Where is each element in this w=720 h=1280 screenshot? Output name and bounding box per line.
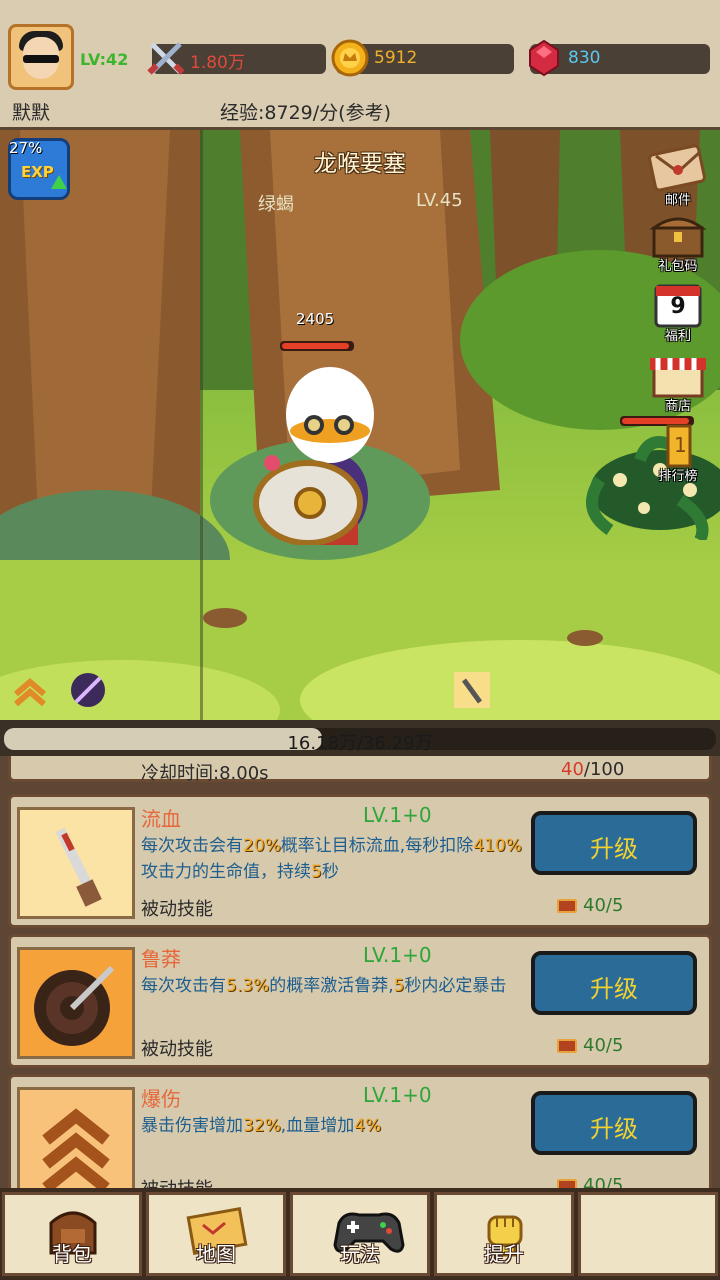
welfare-label: 福利: [664, 329, 691, 344]
progress-track: 16.18万/36.29万: [4, 728, 716, 754]
skill-book-icon: [557, 899, 577, 913]
combat-power-value: 1.80万: [190, 53, 245, 73]
skill-name: 流血: [141, 807, 181, 831]
skill-level: LV.1+0: [363, 803, 432, 827]
skill-thumb-reckless: [17, 947, 135, 1059]
hero-hp-bar: [280, 341, 354, 351]
player-level: LV:42: [80, 50, 129, 69]
svg-text:1: 1: [674, 433, 687, 457]
hero-duck-character[interactable]: [248, 355, 398, 545]
skill-cost: 40/5: [557, 895, 623, 916]
shop-label: 商店: [664, 399, 691, 414]
crossed-swords-icon: [147, 42, 185, 75]
cost-total: /100: [583, 759, 625, 780]
skill-name: 鲁莽: [141, 947, 181, 971]
skill-name: 爆伤: [141, 1087, 181, 1111]
enemy-level: LV.45: [416, 190, 463, 211]
gold-display: 5912: [331, 39, 514, 77]
gift-code-button[interactable]: 礼包码: [646, 210, 710, 274]
skill-card-partial: 冷却时间:8.00s 40/100: [8, 756, 712, 784]
nav-map[interactable]: 地图: [146, 1192, 286, 1276]
exp-label: EXP: [21, 163, 54, 181]
skill-cooldown: 冷却时间:8.00s: [141, 763, 269, 784]
enemy-name: 绿蝎: [258, 194, 294, 215]
chevron-up-icon: [20, 1090, 132, 1188]
skill-type: 被动技能: [141, 1039, 213, 1060]
gem-display: 830: [529, 39, 710, 77]
player-avatar[interactable]: [8, 24, 74, 90]
target-dagger-icon: [20, 950, 132, 1056]
upgrade-button[interactable]: 升级: [531, 811, 697, 875]
shop-stall-icon: [650, 358, 706, 398]
slash-skill-icon[interactable]: [68, 670, 108, 710]
skill-type: 被动技能: [141, 1175, 213, 1188]
skill-card-reckless: 鲁莽 LV.1+0 每次攻击有5.3%的概率激活鲁莽,5秒内必定暴击 被动技能 …: [8, 934, 712, 1068]
bottom-navigation: 背包 地图 玩法 提升: [0, 1188, 720, 1280]
skill-level: LV.1+0: [363, 1083, 432, 1107]
progress-text: 16.18万/36.29万: [287, 733, 433, 754]
upgrade-label: 升级: [590, 975, 638, 1003]
ranking-button[interactable]: 1 排行榜: [646, 420, 710, 484]
skill-cost: 40/5: [557, 1035, 623, 1056]
skill-card-bleed: 流血 LV.1+0 每次攻击会有20%概率让目标流血,每秒扣除410%攻击力的生…: [8, 794, 712, 928]
red-gem-icon: [529, 39, 559, 77]
up-arrow-icon: [51, 175, 67, 189]
skill-book-icon: [557, 1179, 577, 1188]
mail-button[interactable]: 邮件: [646, 144, 710, 208]
player-name: 默默: [12, 102, 51, 124]
combat-power-display: 1.80万: [147, 42, 326, 75]
trophy-podium-icon: 1: [666, 424, 692, 468]
skill-type: 被动技能: [141, 899, 213, 920]
hero-hp-number: 2405: [296, 310, 335, 328]
skill-cost-partial: 40/100: [561, 759, 624, 780]
upgrade-button[interactable]: 升级: [531, 1091, 697, 1155]
upgrade-label: 升级: [590, 1115, 638, 1143]
skill-book-icon: [557, 1039, 577, 1053]
gem-value: 830: [568, 48, 601, 68]
skill-card-crit-damage: 爆伤 LV.1+0 暴击伤害增加32%,血量增加4% 被动技能 升级 40/5: [8, 1074, 712, 1188]
upgrade-label: 升级: [590, 835, 638, 863]
skill-description: 每次攻击有5.3%的概率激活鲁莽,5秒内必定暴击: [141, 976, 507, 996]
map-title: 龙喉要塞: [314, 151, 406, 177]
nav-upgrade-label: 提升: [484, 1242, 524, 1266]
nav-bag-label: 背包: [52, 1242, 92, 1266]
nav-empty-slot[interactable]: [578, 1192, 718, 1276]
cost-current: 40: [561, 759, 584, 780]
mail-label: 邮件: [664, 193, 691, 208]
exp-boost-percent: 27%: [9, 139, 43, 157]
nav-gameplay[interactable]: 玩法: [290, 1192, 430, 1276]
scene-divider: [200, 130, 203, 720]
skill-thumb-bleed: [17, 807, 135, 919]
calendar-day: 9: [670, 294, 686, 319]
skill-description: 暴击伤害增加32%,血量增加4%: [141, 1116, 382, 1136]
exp-rate-text: 经验:8729/分(参考): [220, 102, 391, 124]
ranking-label: 排行榜: [658, 469, 698, 484]
shop-button[interactable]: 商店: [646, 350, 710, 414]
skill-level: LV.1+0: [363, 943, 432, 967]
skill-cost: 40/5: [557, 1175, 623, 1188]
upgrade-button[interactable]: 升级: [531, 951, 697, 1015]
gold-value: 5912: [374, 48, 418, 68]
nav-gameplay-label: 玩法: [340, 1242, 380, 1266]
battle-scene: 龙喉要塞 绿蝎 LV.45 2405 27% EXP 邮件 礼包码 9 福利 商…: [0, 130, 720, 720]
top-status-bar: LV:42 默默 经验:8729/分(参考) 1.80万 5912 830: [0, 0, 720, 130]
nav-map-label: 地图: [196, 1242, 236, 1266]
exp-boost-button[interactable]: 27% EXP: [8, 138, 70, 200]
skill-description: 每次攻击会有20%概率让目标流血,每秒扣除410%攻击力的生命值，持续5秒: [141, 836, 522, 882]
treasure-chest-icon: [649, 217, 707, 258]
gift-code-label: 礼包码: [658, 259, 698, 274]
dagger-skill-icon[interactable]: [452, 670, 492, 710]
nav-upgrade[interactable]: 提升: [434, 1192, 574, 1276]
welfare-button[interactable]: 9 福利: [646, 280, 710, 344]
boss-progress-bar: 16.18万/36.29万: [0, 720, 720, 756]
bloody-dagger-icon: [20, 810, 132, 916]
rank-chevron-icon[interactable]: [10, 670, 50, 710]
skill-thumb-crit: [17, 1087, 135, 1188]
nav-bag[interactable]: 背包: [2, 1192, 142, 1276]
skill-list[interactable]: 冷却时间:8.00s 40/100 流血 LV.1+0 每次攻击会有20%概率让…: [0, 756, 720, 1188]
gold-coin-icon: [331, 39, 369, 77]
envelope-icon: [648, 144, 706, 192]
